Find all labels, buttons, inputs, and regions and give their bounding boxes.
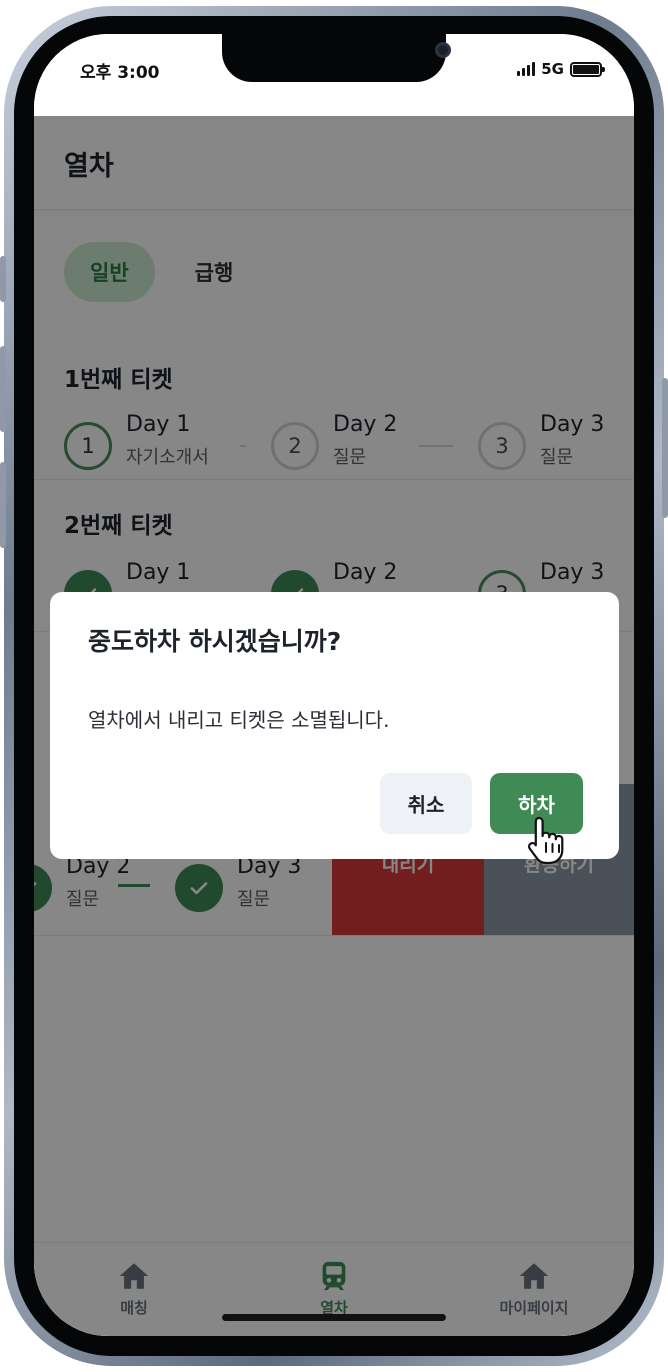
status-bar: 오후 3:00 5G	[34, 34, 634, 116]
home-indicator	[222, 1314, 446, 1321]
notch	[222, 34, 451, 82]
signal-icon	[517, 62, 536, 76]
network-label: 5G	[541, 60, 564, 78]
status-indicators: 5G	[517, 60, 605, 78]
battery-icon	[570, 61, 605, 77]
hand-cursor-icon	[527, 816, 564, 865]
screen: 오후 3:00 5G 열차 일반 급행 1번째 티켓 1 Day 1 자기소개서…	[34, 34, 634, 1336]
mute-switch	[0, 256, 6, 302]
volume-up-button	[0, 346, 6, 432]
dialog-message: 열차에서 내리고 티켓은 소멸됩니다.	[88, 708, 390, 732]
cancel-button[interactable]: 취소	[380, 773, 472, 834]
power-button	[662, 378, 668, 518]
dialog-title: 중도하차 하시겠습니까?	[88, 627, 342, 656]
volume-down-button	[0, 462, 6, 548]
camera-icon	[435, 42, 451, 58]
status-time: 오후 3:00	[80, 63, 160, 83]
